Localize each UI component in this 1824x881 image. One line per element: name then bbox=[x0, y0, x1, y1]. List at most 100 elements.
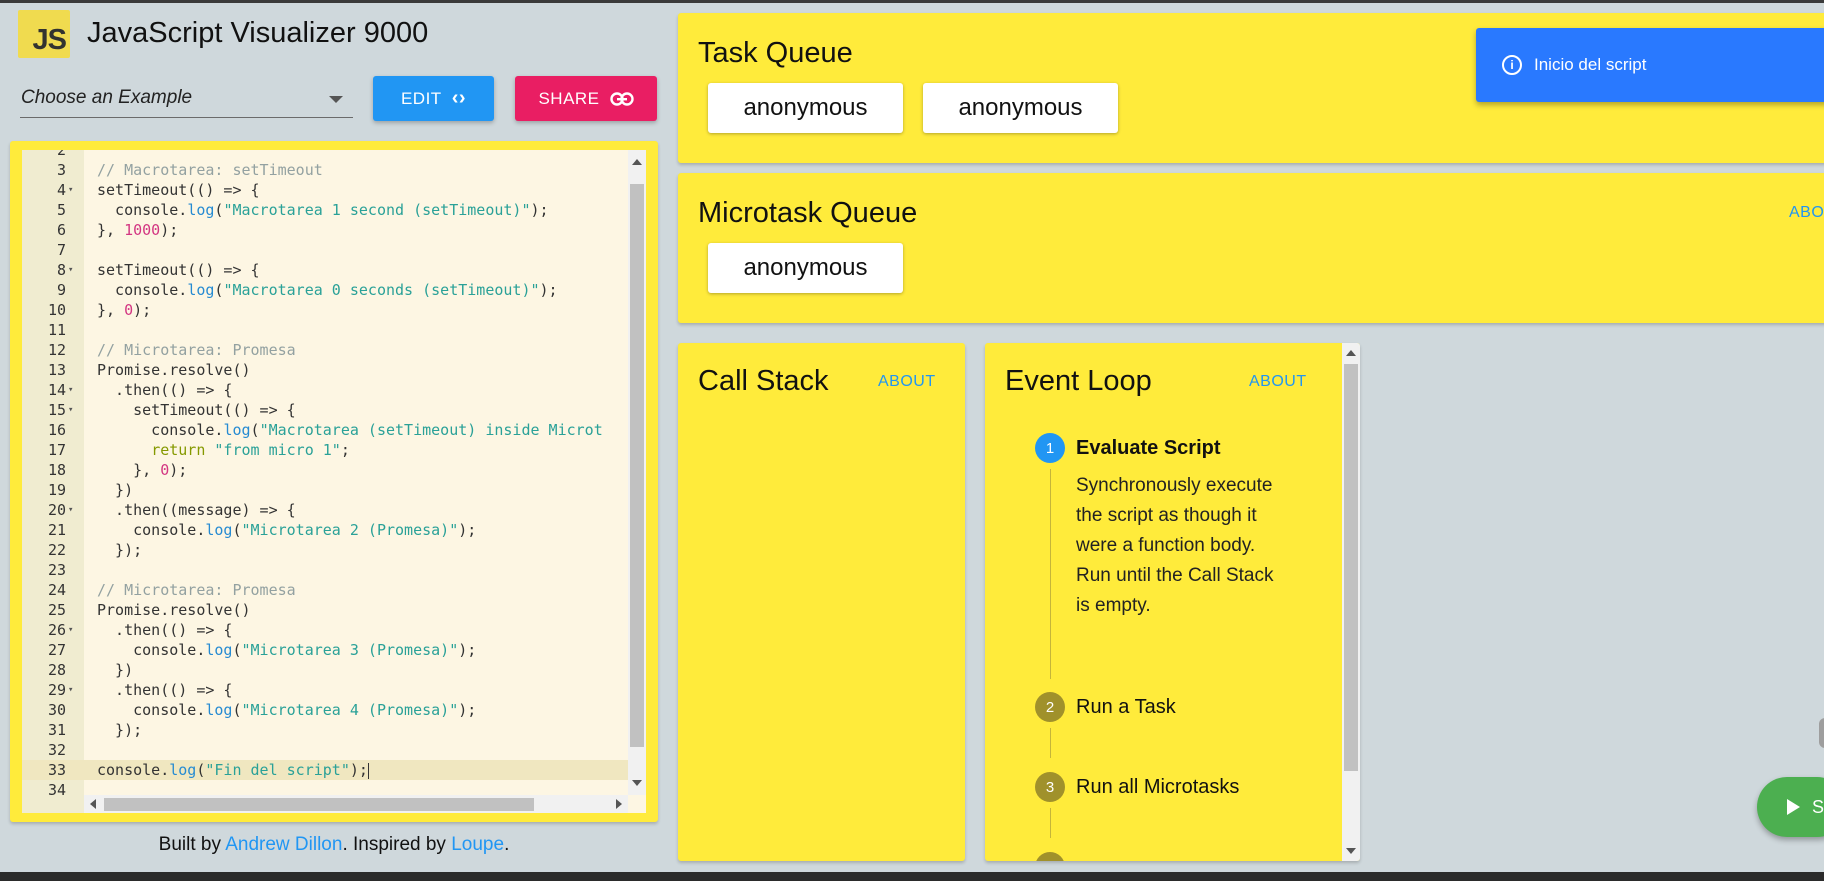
code-text: setTimeout(() => { bbox=[97, 180, 260, 200]
step-title: Evaluate Script bbox=[1076, 437, 1221, 459]
code-line: 2 bbox=[22, 150, 632, 160]
info-icon: i bbox=[1502, 55, 1522, 75]
code-text: // Microtarea: Promesa bbox=[97, 580, 296, 600]
microtask-about-link[interactable]: ABO bbox=[1789, 204, 1824, 222]
code-editor[interactable]: 2 3// Macrotarea: setTimeout 4 ▾ setTimeout(… bbox=[22, 150, 646, 813]
line-number: 6 bbox=[56, 221, 66, 239]
code-token: ); bbox=[458, 701, 477, 719]
scroll-down-icon[interactable] bbox=[632, 780, 642, 786]
credits: Built by Andrew Dillon. Inspired by Loup… bbox=[0, 834, 668, 856]
task-chip: anonymous bbox=[923, 83, 1118, 133]
code-line: 24 // Microtarea: Promesa bbox=[22, 580, 632, 600]
inspiration-link[interactable]: Loupe bbox=[451, 834, 504, 855]
code-text: // Microtarea: Promesa bbox=[97, 340, 296, 360]
code-token: ( bbox=[232, 641, 242, 659]
code-text: console.log("Macrotarea (setTimeout) ins… bbox=[97, 420, 603, 440]
code-token: ( bbox=[232, 701, 242, 719]
code-token: // Microtarea: Promesa bbox=[97, 341, 296, 359]
code-text: }, 1000); bbox=[97, 220, 178, 240]
scrollbar-thumb[interactable] bbox=[630, 184, 644, 747]
line-number: 20 bbox=[47, 501, 66, 519]
code-token: "Macrotarea 1 second (setTimeout)" bbox=[223, 201, 531, 219]
code-token: ); bbox=[530, 201, 549, 219]
fold-arrow-icon[interactable]: ▾ bbox=[68, 180, 73, 200]
fold-arrow-icon[interactable]: ▾ bbox=[68, 500, 73, 520]
line-number: 11 bbox=[47, 321, 66, 339]
fold-arrow-icon[interactable]: ▾ bbox=[68, 400, 73, 420]
code-line: 3 // Macrotarea: setTimeout bbox=[22, 160, 632, 180]
scroll-right-icon[interactable] bbox=[616, 799, 622, 809]
line-number: 31 bbox=[47, 721, 66, 739]
code-token: log bbox=[205, 701, 233, 719]
code-line: 10}, 0); bbox=[22, 300, 632, 320]
fold-arrow-icon[interactable]: ▾ bbox=[68, 680, 73, 700]
example-select-placeholder: Choose an Example bbox=[21, 87, 193, 108]
fold-arrow-icon[interactable]: ▾ bbox=[68, 260, 73, 280]
editor-horizontal-scrollbar[interactable] bbox=[84, 795, 628, 813]
start-button[interactable]: S bbox=[1757, 777, 1824, 837]
share-button[interactable]: SHARE bbox=[515, 76, 657, 121]
code-line: 19 }) bbox=[22, 480, 632, 500]
code-line: 12 // Microtarea: Promesa bbox=[22, 340, 632, 360]
call-stack-about-link[interactable]: ABOUT bbox=[878, 373, 936, 391]
code-token: "Microtarea 2 (Promesa)" bbox=[241, 521, 459, 539]
editor-vertical-scrollbar[interactable] bbox=[628, 150, 646, 795]
scroll-down-icon[interactable] bbox=[1346, 848, 1356, 854]
side-handle[interactable] bbox=[1819, 718, 1824, 748]
logo-text: JS bbox=[32, 24, 67, 56]
scrollbar-thumb[interactable] bbox=[104, 798, 534, 811]
code-token: console. bbox=[97, 701, 206, 719]
code-text: .then(() => { bbox=[97, 380, 232, 400]
code-token: 1000 bbox=[124, 221, 161, 239]
code-token: console. bbox=[97, 201, 188, 219]
code-icon: ‹› bbox=[451, 87, 467, 109]
edit-button-label: EDIT bbox=[400, 88, 442, 108]
code-token: 0 bbox=[160, 461, 170, 479]
code-token: console. bbox=[97, 281, 188, 299]
line-number: 25 bbox=[47, 601, 66, 619]
microtask-queue-title: Microtask Queue bbox=[698, 197, 918, 229]
code-token: .then(() => { bbox=[97, 621, 233, 639]
author-link[interactable]: Andrew Dillon bbox=[225, 834, 342, 855]
code-token: ); bbox=[160, 221, 179, 239]
scroll-up-icon[interactable] bbox=[1346, 350, 1356, 356]
code-token: "Microtarea 3 (Promesa)" bbox=[241, 641, 459, 659]
code-text: console.log("Microtarea 4 (Promesa)"); bbox=[97, 700, 476, 720]
share-button-label: SHARE bbox=[538, 88, 600, 108]
code-text: .then((message) => { bbox=[97, 500, 296, 520]
scrollbar-thumb[interactable] bbox=[1344, 364, 1358, 771]
fold-arrow-icon[interactable]: ▾ bbox=[68, 620, 73, 640]
step-number-badge: 3 bbox=[1035, 772, 1065, 802]
code-token: ); bbox=[458, 641, 477, 659]
code-text: Promise.resolve() bbox=[97, 600, 251, 620]
code-line: 29 ▾ .then(() => { bbox=[22, 680, 632, 700]
code-line: 28 }) bbox=[22, 660, 632, 680]
code-line: 16 console.log("Macrotarea (setTimeout) … bbox=[22, 420, 632, 440]
toast-message: Inicio del script bbox=[1534, 55, 1647, 74]
line-number: 30 bbox=[47, 701, 66, 719]
code-line: 31 }); bbox=[22, 720, 632, 740]
event-loop-about-link[interactable]: ABOUT bbox=[1249, 373, 1307, 391]
edit-button[interactable]: EDIT ‹› bbox=[373, 76, 494, 121]
scroll-left-icon[interactable] bbox=[90, 799, 96, 809]
code-token: ( bbox=[232, 521, 242, 539]
fold-arrow-icon[interactable]: ▾ bbox=[68, 380, 73, 400]
code-token: ; bbox=[340, 441, 350, 459]
event-loop-scrollbar[interactable] bbox=[1342, 343, 1360, 861]
line-number: 26 bbox=[47, 621, 66, 639]
code-token: }); bbox=[97, 541, 143, 559]
code-line: 26 ▾ .then(() => { bbox=[22, 620, 632, 640]
line-number: 4 bbox=[56, 181, 66, 199]
code-text: Promise.resolve() bbox=[97, 360, 251, 380]
example-select[interactable]: Choose an Example bbox=[20, 82, 353, 118]
code-line: 13 Promise.resolve() bbox=[22, 360, 632, 380]
code-text: .then(() => { bbox=[97, 620, 232, 640]
step-number-badge: 2 bbox=[1035, 692, 1065, 722]
scroll-up-icon[interactable] bbox=[632, 159, 642, 165]
code-token: ); bbox=[539, 281, 558, 299]
step-number-badge: 1 bbox=[1035, 433, 1065, 463]
line-number: 2 bbox=[56, 150, 66, 159]
credits-middle: . Inspired by bbox=[342, 834, 452, 855]
event-loop-panel: Event Loop ABOUT 1 Evaluate Script Synch… bbox=[985, 343, 1360, 861]
step-connector bbox=[1050, 808, 1051, 838]
